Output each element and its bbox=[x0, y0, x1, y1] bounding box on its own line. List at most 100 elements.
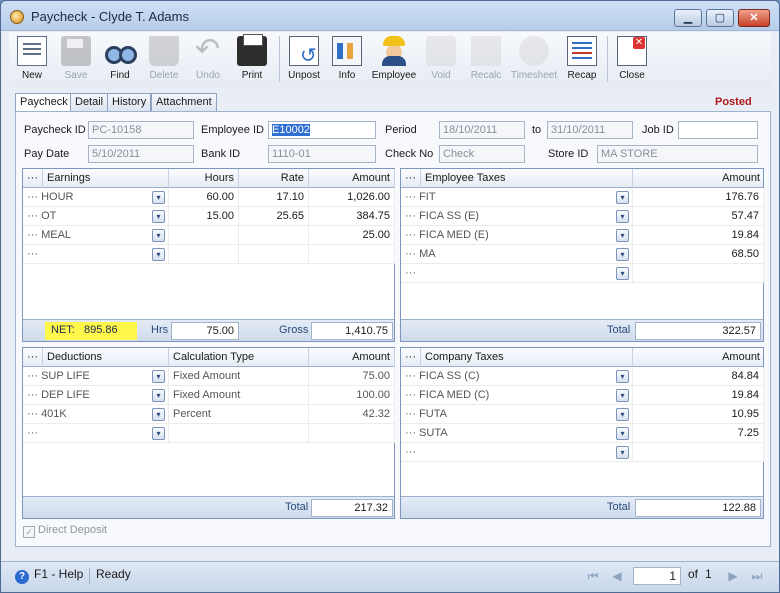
info-button[interactable]: Info bbox=[324, 34, 370, 86]
chevron-down-icon[interactable]: ▾ bbox=[152, 389, 165, 402]
table-row[interactable]: ··· ▾ bbox=[23, 245, 395, 264]
earnings-amount-cell[interactable]: 25.00 bbox=[309, 226, 395, 245]
table-row[interactable]: ··· FICA SS (E) ▾ 57.47 bbox=[401, 207, 764, 226]
close-window-button[interactable]: ✕ bbox=[738, 9, 770, 27]
store-id-field[interactable]: MA STORE bbox=[597, 145, 758, 163]
deduction-calc-cell[interactable]: Percent bbox=[169, 405, 309, 424]
check-no-field[interactable]: Check bbox=[439, 145, 525, 163]
employee-tax-amount-cell[interactable]: 68.50 bbox=[633, 245, 764, 264]
table-row[interactable]: ··· HOUR ▾ 60.00 17.10 1,026.00 bbox=[23, 188, 395, 207]
help-shortcut[interactable]: F1 - Help bbox=[34, 567, 83, 581]
company-tax-name-cell[interactable]: ··· FICA MED (C) bbox=[401, 386, 633, 405]
table-row[interactable]: ··· MA ▾ 68.50 bbox=[401, 245, 764, 264]
chevron-down-icon[interactable]: ▾ bbox=[616, 446, 629, 459]
recalc-button[interactable]: Recalc bbox=[463, 34, 509, 86]
employee-tax-name-cell[interactable]: ··· bbox=[401, 264, 633, 283]
table-row[interactable]: ··· DEP LIFE ▾ Fixed Amount 100.00 bbox=[23, 386, 395, 405]
previous-page-icon[interactable]: ◀ bbox=[609, 568, 625, 584]
timesheet-button[interactable]: Timesheet bbox=[509, 34, 559, 86]
earnings-col-rate[interactable]: Rate bbox=[239, 169, 309, 188]
company-tax-amount-cell[interactable]: 19.84 bbox=[633, 386, 764, 405]
earnings-col-hours[interactable]: Hours bbox=[169, 169, 239, 188]
find-button[interactable]: Find bbox=[97, 34, 143, 86]
chevron-down-icon[interactable]: ▾ bbox=[616, 408, 629, 421]
maximize-button[interactable]: ▢ bbox=[706, 9, 734, 27]
new-button[interactable]: New bbox=[9, 34, 55, 86]
first-page-icon[interactable]: ⏮ bbox=[585, 568, 601, 584]
chevron-down-icon[interactable]: ▾ bbox=[616, 191, 629, 204]
next-page-icon[interactable]: ▶ bbox=[725, 568, 741, 584]
chevron-down-icon[interactable]: ▾ bbox=[152, 191, 165, 204]
employee-tax-amount-cell[interactable]: 19.84 bbox=[633, 226, 764, 245]
employee-taxes-menu-button[interactable]: ··· bbox=[401, 169, 421, 188]
pay-date-field[interactable]: 5/10/2011 bbox=[88, 145, 194, 163]
deduction-name-cell[interactable]: ··· 401K bbox=[23, 405, 169, 424]
earnings-amount-cell[interactable]: 1,026.00 bbox=[309, 188, 395, 207]
deduction-calc-cell[interactable]: Fixed Amount bbox=[169, 367, 309, 386]
earnings-rate-cell[interactable] bbox=[239, 245, 309, 264]
deduction-calc-cell[interactable] bbox=[169, 424, 309, 443]
recap-button[interactable]: Recap bbox=[559, 34, 605, 86]
void-button[interactable]: Void bbox=[418, 34, 464, 86]
deduction-name-cell[interactable]: ··· bbox=[23, 424, 169, 443]
tab-detail[interactable]: Detail bbox=[70, 93, 109, 111]
company-tax-name-cell[interactable]: ··· FICA SS (C) bbox=[401, 367, 633, 386]
chevron-down-icon[interactable]: ▾ bbox=[616, 248, 629, 261]
tab-paycheck[interactable]: Paycheck bbox=[15, 93, 73, 112]
chevron-down-icon[interactable]: ▾ bbox=[616, 389, 629, 402]
deductions-menu-button[interactable]: ··· bbox=[23, 348, 43, 367]
deduction-amount-cell[interactable] bbox=[309, 424, 395, 443]
close-button[interactable]: Close bbox=[609, 34, 655, 86]
page-number-input[interactable]: 1 bbox=[633, 567, 681, 585]
employee-tax-amount-cell[interactable]: 176.76 bbox=[633, 188, 764, 207]
print-button[interactable]: Print bbox=[229, 34, 275, 86]
table-row[interactable]: ··· MEAL ▾ 25.00 bbox=[23, 226, 395, 245]
save-button[interactable]: Save bbox=[53, 34, 99, 86]
company-tax-amount-cell[interactable] bbox=[633, 443, 764, 462]
delete-button[interactable]: Delete bbox=[141, 34, 187, 86]
earnings-name-cell[interactable]: ··· bbox=[23, 245, 169, 264]
period-from-field[interactable]: 18/10/2011 bbox=[439, 121, 525, 139]
help-icon[interactable]: ? bbox=[15, 570, 29, 584]
employee-id-field[interactable]: E10002 bbox=[268, 121, 376, 139]
minimize-button[interactable]: ▁ bbox=[674, 9, 702, 27]
table-row[interactable]: ··· SUP LIFE ▾ Fixed Amount 75.00 bbox=[23, 367, 395, 386]
table-row[interactable]: ··· ▾ bbox=[401, 264, 764, 283]
earnings-hours-cell[interactable] bbox=[169, 226, 239, 245]
employee-tax-amount-cell[interactable] bbox=[633, 264, 764, 283]
deduction-name-cell[interactable]: ··· DEP LIFE bbox=[23, 386, 169, 405]
tab-attachment[interactable]: Attachment bbox=[151, 93, 217, 111]
table-row[interactable]: ··· FUTA ▾ 10.95 bbox=[401, 405, 764, 424]
paycheck-id-field[interactable]: PC-10158 bbox=[88, 121, 194, 139]
earnings-name-cell[interactable]: ··· MEAL bbox=[23, 226, 169, 245]
table-row[interactable]: ··· 401K ▾ Percent 42.32 bbox=[23, 405, 395, 424]
table-row[interactable]: ··· FICA MED (C) ▾ 19.84 bbox=[401, 386, 764, 405]
direct-deposit-checkbox[interactable]: ✓ Direct Deposit bbox=[23, 524, 107, 538]
chevron-down-icon[interactable]: ▾ bbox=[152, 370, 165, 383]
job-id-field[interactable] bbox=[678, 121, 758, 139]
earnings-hours-cell[interactable]: 60.00 bbox=[169, 188, 239, 207]
employee-button[interactable]: Employee bbox=[371, 34, 417, 86]
employee-tax-amount-cell[interactable]: 57.47 bbox=[633, 207, 764, 226]
deductions-col-name[interactable]: Deductions bbox=[43, 348, 169, 367]
unpost-button[interactable]: Unpost bbox=[281, 34, 327, 86]
employee-tax-name-cell[interactable]: ··· FICA SS (E) bbox=[401, 207, 633, 226]
earnings-col-amount[interactable]: Amount bbox=[309, 169, 395, 188]
company-tax-name-cell[interactable]: ··· SUTA bbox=[401, 424, 633, 443]
deduction-name-cell[interactable]: ··· SUP LIFE bbox=[23, 367, 169, 386]
earnings-rate-cell[interactable]: 17.10 bbox=[239, 188, 309, 207]
undo-button[interactable]: Undo bbox=[185, 32, 231, 86]
earnings-col-name[interactable]: Earnings bbox=[43, 169, 169, 188]
earnings-amount-cell[interactable]: 384.75 bbox=[309, 207, 395, 226]
employee-tax-name-cell[interactable]: ··· MA bbox=[401, 245, 633, 264]
earnings-name-cell[interactable]: ··· HOUR bbox=[23, 188, 169, 207]
table-row[interactable]: ··· ▾ bbox=[23, 424, 395, 443]
chevron-down-icon[interactable]: ▾ bbox=[616, 210, 629, 223]
deduction-amount-cell[interactable]: 75.00 bbox=[309, 367, 395, 386]
company-taxes-col-amount[interactable]: Amount bbox=[633, 348, 764, 367]
chevron-down-icon[interactable]: ▾ bbox=[152, 427, 165, 440]
company-taxes-menu-button[interactable]: ··· bbox=[401, 348, 421, 367]
table-row[interactable]: ··· FICA SS (C) ▾ 84.84 bbox=[401, 367, 764, 386]
chevron-down-icon[interactable]: ▾ bbox=[616, 370, 629, 383]
earnings-amount-cell[interactable] bbox=[309, 245, 395, 264]
